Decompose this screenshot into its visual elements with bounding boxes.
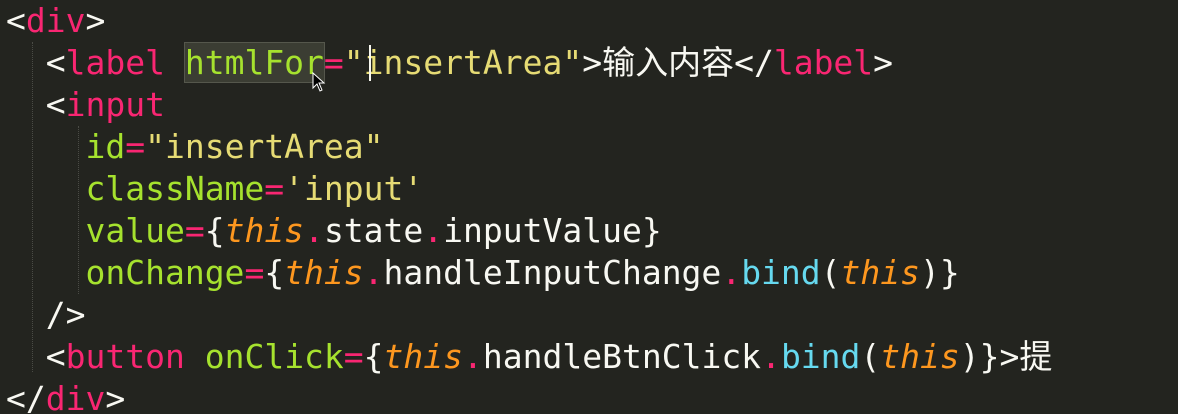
code-token: = [264, 169, 285, 208]
code-token: . [363, 253, 384, 292]
code-token: div [45, 379, 106, 414]
code-line[interactable]: className='input' [6, 168, 423, 210]
code-token: = [343, 337, 364, 376]
code-token: 'input' [284, 169, 424, 208]
code-token: handleInputChange [383, 253, 722, 292]
code-token: } [641, 211, 662, 250]
code-token: "insertArea" [343, 43, 583, 82]
code-token: label [65, 43, 165, 82]
code-token: </ [6, 379, 46, 414]
code-line[interactable]: <button onClick={this.handleBtnClick.bin… [6, 336, 1053, 378]
code-token: . [304, 211, 324, 250]
code-token: input [65, 85, 165, 124]
code-token: value [85, 211, 185, 250]
code-editor[interactable]: <div> <label htmlFor="insertArea">输入内容</… [0, 0, 1178, 414]
code-token: { [363, 337, 384, 376]
code-line[interactable]: <input [6, 84, 165, 126]
code-line[interactable]: </div> [6, 378, 125, 414]
code-token: this [383, 337, 464, 376]
code-token: button [65, 337, 185, 376]
code-token: div [25, 1, 86, 40]
code-token: bind [780, 337, 861, 376]
code-token: label [773, 43, 874, 82]
code-token: = [125, 127, 146, 166]
code-token: this [840, 253, 921, 292]
code-line[interactable]: onChange={this.handleInputChange.bind(th… [6, 252, 960, 294]
code-token: handleBtnClick [482, 337, 762, 376]
code-token: /> [45, 295, 86, 334]
code-token: this [224, 211, 305, 250]
code-token: { [264, 253, 285, 292]
code-token: . [721, 253, 742, 292]
code-token: > [105, 379, 126, 414]
code-token: . [423, 211, 444, 250]
code-token: state [323, 211, 424, 250]
code-token: . [761, 337, 781, 376]
code-token: "insertArea" [145, 127, 384, 166]
code-token: className [85, 169, 265, 208]
code-token: = [184, 211, 205, 250]
code-token: id [85, 127, 126, 166]
code-token: this [284, 253, 364, 292]
code-token: = [323, 43, 344, 82]
code-token: onChange [85, 253, 245, 292]
code-token: ( [820, 253, 841, 292]
code-line[interactable]: <label htmlFor="insertArea">输入内容</label> [6, 42, 893, 84]
code-token: inputValue [443, 211, 642, 250]
code-token: > [85, 1, 106, 40]
code-token: < [6, 1, 26, 40]
code-token: < [45, 337, 66, 376]
code-token: )}>提 [959, 337, 1053, 376]
code-token: bind [741, 253, 821, 292]
code-token: { [204, 211, 225, 250]
code-line[interactable]: value={this.state.inputValue} [6, 210, 662, 252]
code-line[interactable]: <div> [6, 0, 105, 42]
code-token: < [45, 85, 66, 124]
code-token: this [880, 337, 960, 376]
code-line[interactable]: id="insertArea" [6, 126, 384, 168]
code-token: onClick [204, 337, 344, 376]
code-line[interactable]: /> [6, 294, 86, 336]
mouse-pointer-icon [312, 72, 326, 92]
code-token: )} [920, 253, 960, 292]
code-token: < [45, 43, 66, 82]
code-token: . [463, 337, 483, 376]
code-token: ( [860, 337, 881, 376]
code-token: > [873, 43, 894, 82]
code-token: >输入内容</ [582, 43, 774, 82]
text-cursor-icon [369, 45, 371, 81]
code-token: = [244, 253, 265, 292]
code-token: htmlFor [183, 42, 325, 83]
